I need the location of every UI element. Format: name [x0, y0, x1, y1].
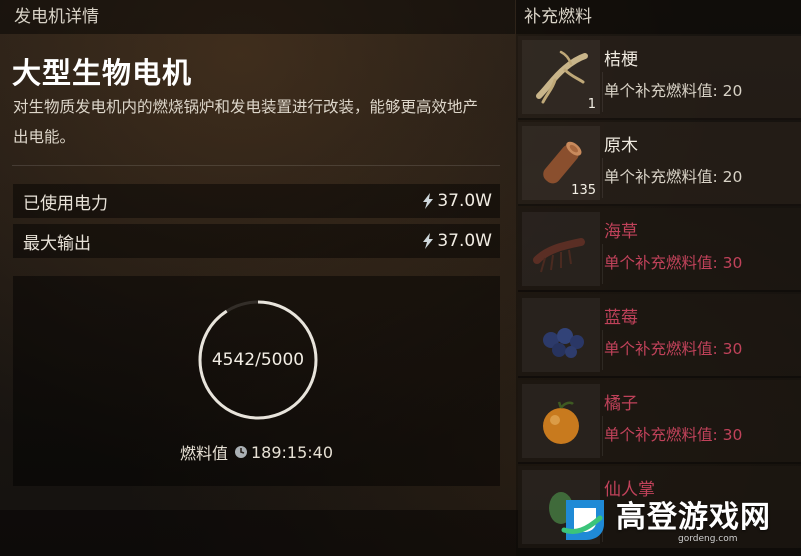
generator-title: 大型生物电机: [12, 56, 193, 90]
watermark-subtext: gordeng.com: [678, 534, 738, 544]
separator: [602, 158, 603, 198]
item-thumb: 135: [522, 126, 600, 200]
power-used-value-wrap: 37.0W: [422, 191, 492, 211]
item-fuel-value: 单个补充燃料值: 20: [604, 82, 743, 100]
seaweed-icon: [533, 238, 585, 273]
root-icon: [536, 50, 588, 104]
separator: [602, 244, 603, 284]
power-used-value: 37.0W: [437, 191, 492, 211]
refuel-panel: 补充燃料 1 桔梗 单个补充燃料值: 20 135 原木 单个补充燃料值: 20…: [516, 0, 801, 556]
fuel-line: 燃料值 189:15:40: [13, 440, 500, 464]
divider: [12, 165, 500, 166]
item-thumb: [522, 384, 600, 458]
power-used-label: 已使用电力: [23, 193, 108, 214]
power-used-row: 已使用电力 37.0W: [13, 184, 500, 218]
item-thumb: [522, 298, 600, 372]
lightning-icon: [423, 193, 434, 209]
max-output-row: 最大输出 37.0W: [13, 224, 500, 258]
item-thumb: [522, 212, 600, 286]
max-output-value: 37.0W: [437, 231, 492, 251]
item-thumb: 1: [522, 40, 600, 114]
site-logo-icon: [561, 500, 604, 540]
fuel-time-wrap: 189:15:40: [234, 443, 333, 462]
fuel-box: 4542/5000 燃料值 189:15:40: [13, 276, 500, 486]
fuel-item-blueberry[interactable]: 蓝莓 单个补充燃料值: 30: [518, 294, 801, 378]
fuel-item-log[interactable]: 135 原木 单个补充燃料值: 20: [518, 122, 801, 206]
generator-details-panel: 发电机详情 大型生物电机 对生物质发电机内的燃烧锅炉和发电装置进行改装，能够更高…: [0, 0, 515, 556]
item-fuel-value: 单个补充燃料值: 30: [604, 340, 743, 358]
item-fuel-value: 单个补充燃料值: 30: [604, 426, 743, 444]
generator-description: 对生物质发电机内的燃烧锅炉和发电装置进行改装，能够更高效地产出电能。: [13, 98, 479, 146]
item-fuel-value: 单个补充燃料值: 30: [604, 254, 743, 272]
item-quantity: 1: [587, 97, 596, 112]
item-name: 原木: [604, 136, 638, 156]
item-name: 橘子: [604, 394, 638, 414]
item-fuel-value: 单个补充燃料值: 20: [604, 168, 743, 186]
separator: [602, 330, 603, 370]
refuel-header: 补充燃料: [516, 0, 801, 34]
timer-icon: [234, 446, 247, 458]
fuel-item-orange[interactable]: 橘子 单个补充燃料值: 30: [518, 380, 801, 464]
lightning-icon: [423, 233, 434, 249]
separator: [602, 416, 603, 456]
separator: [602, 72, 603, 112]
fuel-item-seaweed[interactable]: 海草 单个补充燃料值: 30: [518, 208, 801, 292]
generator-details-header: 发电机详情: [0, 0, 515, 34]
max-output-value-wrap: 37.0W: [422, 231, 492, 251]
watermark: 高登游戏网 gordeng.com: [556, 488, 801, 556]
max-output-label: 最大输出: [23, 233, 91, 254]
item-quantity: 135: [571, 183, 596, 198]
fuel-ring: 4542/5000: [196, 298, 320, 422]
blueberry-icon: [543, 328, 584, 358]
fuel-label: 燃料值: [179, 444, 228, 463]
fuel-item-balloonflower[interactable]: 1 桔梗 单个补充燃料值: 20: [518, 36, 801, 120]
watermark-text: 高登游戏网: [616, 500, 771, 535]
fuel-amount: 4542/5000: [211, 350, 305, 370]
item-name: 桔梗: [604, 50, 638, 70]
item-name: 蓝莓: [604, 308, 638, 328]
item-name: 海草: [604, 222, 638, 242]
fuel-time: 189:15:40: [250, 442, 334, 462]
orange-icon: [543, 401, 579, 444]
